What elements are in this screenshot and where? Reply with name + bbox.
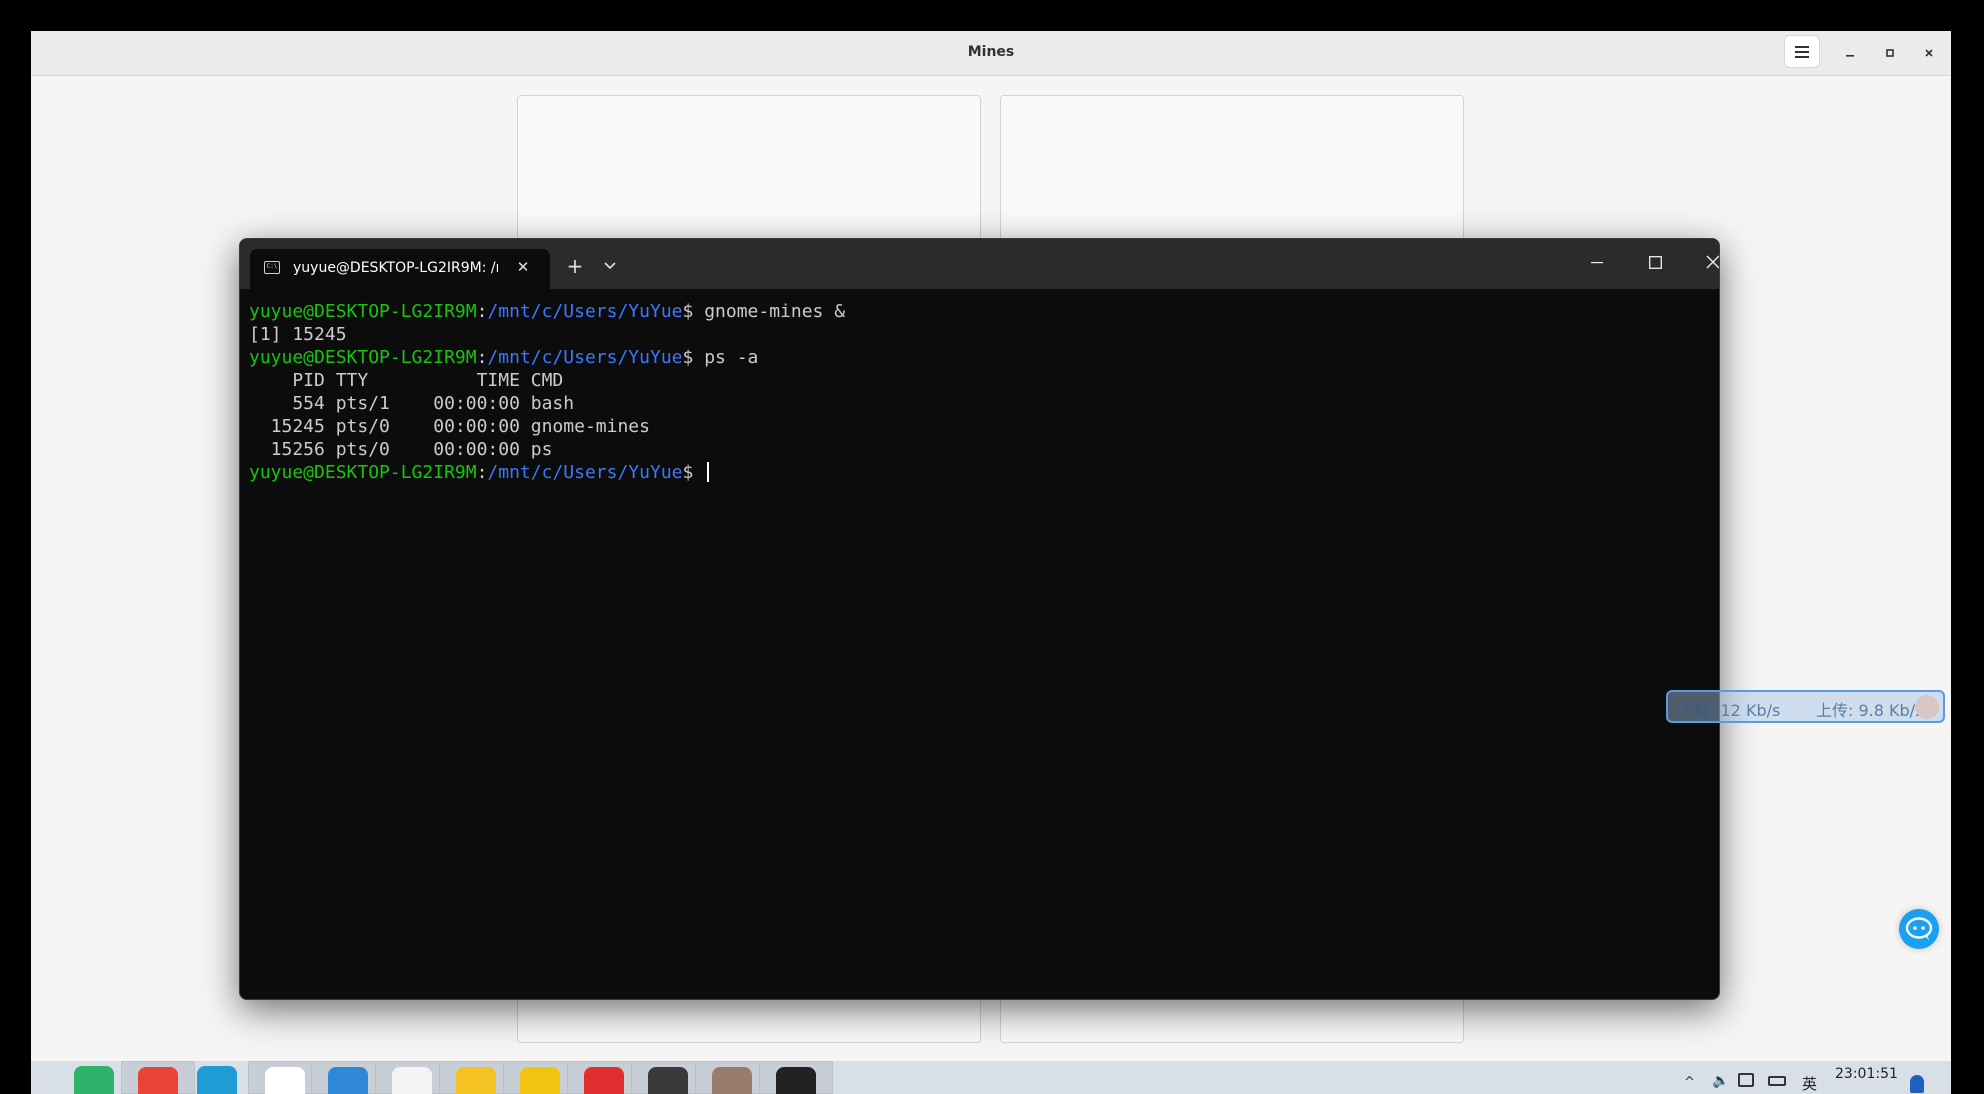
close-icon <box>1925 49 1933 57</box>
terminal-tab-icon: C:\ <box>264 261 280 274</box>
download-speed: 下载: 12 Kb/s <box>1678 697 1780 721</box>
download-value: 12 Kb/s <box>1720 701 1781 720</box>
vscode-icon <box>328 1067 368 1094</box>
taskbar-app-button[interactable] <box>759 1061 833 1094</box>
mines-headerbar: Mines <box>31 31 1951 76</box>
terminal-output[interactable]: yuyue@DESKTOP-LG2IR9M:/mnt/c/Users/YuYue… <box>249 300 1709 989</box>
minimize-icon <box>1591 262 1603 264</box>
hamburger-icon <box>1795 45 1809 58</box>
netease-music-icon <box>584 1067 624 1094</box>
prompt-sigil: $ <box>682 301 705 322</box>
taskbar-app-button[interactable] <box>631 1061 705 1094</box>
input-method-indicator[interactable]: 英 <box>1802 1073 1817 1094</box>
upload-label: 上传: <box>1816 701 1854 720</box>
prompt-path: /mnt/c/Users/YuYue <box>487 462 683 483</box>
mines-window-title: Mines <box>967 44 1015 60</box>
output-line: 554 pts/1 00:00:00 bash <box>249 393 575 414</box>
prompt-user: yuyue@DESKTOP-LG2IR9M <box>249 301 477 322</box>
terminal-maximize-button[interactable] <box>1632 245 1678 279</box>
terminal-tab[interactable]: C:\ yuyue@DESKTOP-LG2IR9M: /mnt/c/Users/… <box>250 249 550 289</box>
tray-overflow-chevron-icon[interactable]: ^ <box>1684 1075 1695 1090</box>
start-icon <box>74 1066 114 1094</box>
upload-value: 9.8 Kb/s <box>1858 701 1924 720</box>
edge-icon <box>197 1066 237 1094</box>
download-label: 下载: <box>1678 701 1716 720</box>
taskbar-app-button[interactable] <box>567 1061 641 1094</box>
taskbar-app-button[interactable] <box>375 1061 449 1094</box>
taskbar: ^ 🔈 英 23:01:51 <box>31 1061 1951 1094</box>
prompt-line: yuyue@DESKTOP-LG2IR9M:/mnt/c/Users/YuYue… <box>249 461 1709 484</box>
file-explorer-icon <box>456 1067 496 1094</box>
close-button[interactable] <box>1911 36 1947 70</box>
taskbar-app-button[interactable] <box>57 1061 131 1094</box>
chat-face-icon <box>1905 917 1933 940</box>
prompt-sigil: $ <box>682 347 705 368</box>
command-text: gnome-mines & <box>704 301 846 322</box>
output-line: 15256 pts/0 00:00:00 ps <box>249 439 553 460</box>
prompt-user: yuyue@DESKTOP-LG2IR9M <box>249 462 477 483</box>
new-tab-button[interactable]: + <box>563 254 587 278</box>
anime-avatar-icon <box>712 1067 752 1094</box>
battery-icon[interactable] <box>1768 1076 1786 1086</box>
prompt-user: yuyue@DESKTOP-LG2IR9M <box>249 347 477 368</box>
network-icon[interactable] <box>1738 1073 1754 1087</box>
command-text: ps -a <box>704 347 759 368</box>
terminal-tab-title: yuyue@DESKTOP-LG2IR9M: /mnt/c/Users/YuYu… <box>293 260 498 276</box>
qq-penguin-icon <box>776 1067 816 1094</box>
maximize-icon <box>1886 49 1894 57</box>
prompt-sigil: $ <box>682 462 705 483</box>
system-clock[interactable]: 23:01:51 <box>1835 1066 1898 1082</box>
taskbar-app-button[interactable] <box>695 1061 769 1094</box>
volume-icon[interactable]: 🔈 <box>1712 1073 1729 1089</box>
notification-bell-icon[interactable] <box>1910 1075 1924 1093</box>
typora-icon <box>392 1067 432 1094</box>
terminal-titlebar: C:\ yuyue@DESKTOP-LG2IR9M: /mnt/c/Users/… <box>240 239 1719 289</box>
text-cursor <box>707 462 710 482</box>
notion-icon <box>265 1067 305 1094</box>
money-app-icon <box>520 1067 560 1094</box>
output-line: [1] 15245 <box>249 324 347 345</box>
prompt-line: yuyue@DESKTOP-LG2IR9M:/mnt/c/Users/YuYue… <box>249 346 1709 369</box>
maximize-icon <box>1648 255 1662 269</box>
taskbar-app-button[interactable] <box>503 1061 577 1094</box>
hamburger-menu-button[interactable] <box>1784 35 1820 68</box>
prompt-path: /mnt/c/Users/YuYue <box>487 301 683 322</box>
tab-dropdown-button[interactable] <box>598 254 622 278</box>
prompt-separator: : <box>476 301 488 322</box>
terminal-icon <box>648 1067 688 1094</box>
upload-speed: 上传: 9.8 Kb/s <box>1816 697 1923 721</box>
prompt-separator: : <box>476 347 488 368</box>
taskbar-app-button[interactable] <box>311 1061 385 1094</box>
taskbar-app-button[interactable] <box>180 1061 254 1094</box>
close-icon <box>1706 255 1719 269</box>
tab-close-icon[interactable]: ✕ <box>513 257 533 277</box>
prompt-line: yuyue@DESKTOP-LG2IR9M:/mnt/c/Users/YuYue… <box>249 300 1709 323</box>
chat-bubble-button[interactable] <box>1899 909 1939 949</box>
output-line: 15245 pts/0 00:00:00 gnome-mines <box>249 416 650 437</box>
avatar <box>1915 695 1939 719</box>
chrome-icon <box>138 1067 178 1094</box>
terminal-close-button[interactable] <box>1690 245 1719 279</box>
terminal-window: C:\ yuyue@DESKTOP-LG2IR9M: /mnt/c/Users/… <box>239 238 1720 1000</box>
taskbar-app-button[interactable] <box>439 1061 513 1094</box>
minimize-button[interactable] <box>1832 36 1868 70</box>
prompt-path: /mnt/c/Users/YuYue <box>487 347 683 368</box>
terminal-minimize-button[interactable] <box>1574 245 1620 279</box>
network-speed-widget[interactable]: 下载: 12 Kb/s 上传: 9.8 Kb/s <box>1666 690 1945 723</box>
chevron-down-icon <box>604 262 616 270</box>
maximize-button[interactable] <box>1872 36 1908 70</box>
output-line: PID TTY TIME CMD <box>249 370 564 391</box>
minimize-icon <box>1846 55 1854 57</box>
prompt-separator: : <box>476 462 488 483</box>
